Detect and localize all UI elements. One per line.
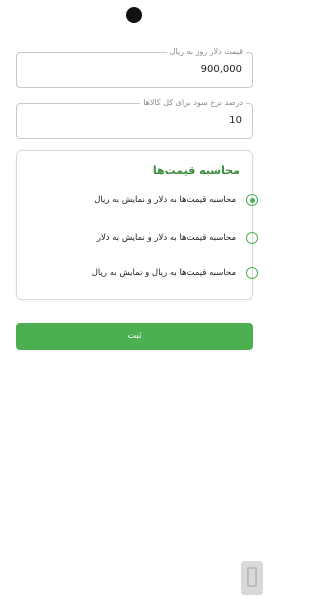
camera-cutout-icon	[126, 7, 142, 23]
price-calc-title: محاسبه قیمت‌ها	[152, 164, 240, 177]
status-left-icons: ▪ ▪ ▪	[14, 11, 36, 20]
option-label: محاسبه قیمت‌ها به ریال و نمایش به ریال	[91, 268, 236, 278]
dollar-rate-field[interactable]: قیمت دلار روز به ریال 900,000	[16, 47, 253, 88]
status-right-icons: ▪ ▪ ▪	[234, 11, 256, 20]
dollar-rate-label: قیمت دلار روز به ریال	[166, 47, 246, 57]
profit-percent-label: درصد نرخ سود برای کل کالاها	[140, 98, 246, 108]
dollar-rate-input[interactable]: 900,000	[201, 64, 242, 76]
option-label: محاسبه قیمت‌ها به دلار و نمایش به ریال	[94, 195, 236, 205]
radio-option-dollar-to-rial[interactable]: محاسبه قیمت‌ها به دلار و نمایش به ریال	[48, 193, 258, 209]
radio-unchecked-icon[interactable]	[246, 267, 258, 279]
submit-button[interactable]: ثبت	[16, 323, 253, 350]
profit-percent-field[interactable]: درصد نرخ سود برای کل کالاها 10	[16, 98, 253, 139]
radio-option-rial-to-rial[interactable]: محاسبه قیمت‌ها به ریال و نمایش به ریال	[48, 266, 258, 282]
radio-checked-icon[interactable]	[246, 194, 258, 206]
status-bar: ▪ ▪ ▪ ▪ ▪ ▪	[0, 0, 270, 34]
option-label: محاسبه قیمت‌ها به دلار و نمایش به دلار	[96, 233, 236, 243]
app-logo-watermark	[241, 561, 263, 595]
radio-unchecked-icon[interactable]	[246, 232, 258, 244]
radio-option-dollar-to-dollar[interactable]: محاسبه قیمت‌ها به دلار و نمایش به دلار	[48, 231, 258, 247]
profit-percent-input[interactable]: 10	[229, 115, 242, 127]
